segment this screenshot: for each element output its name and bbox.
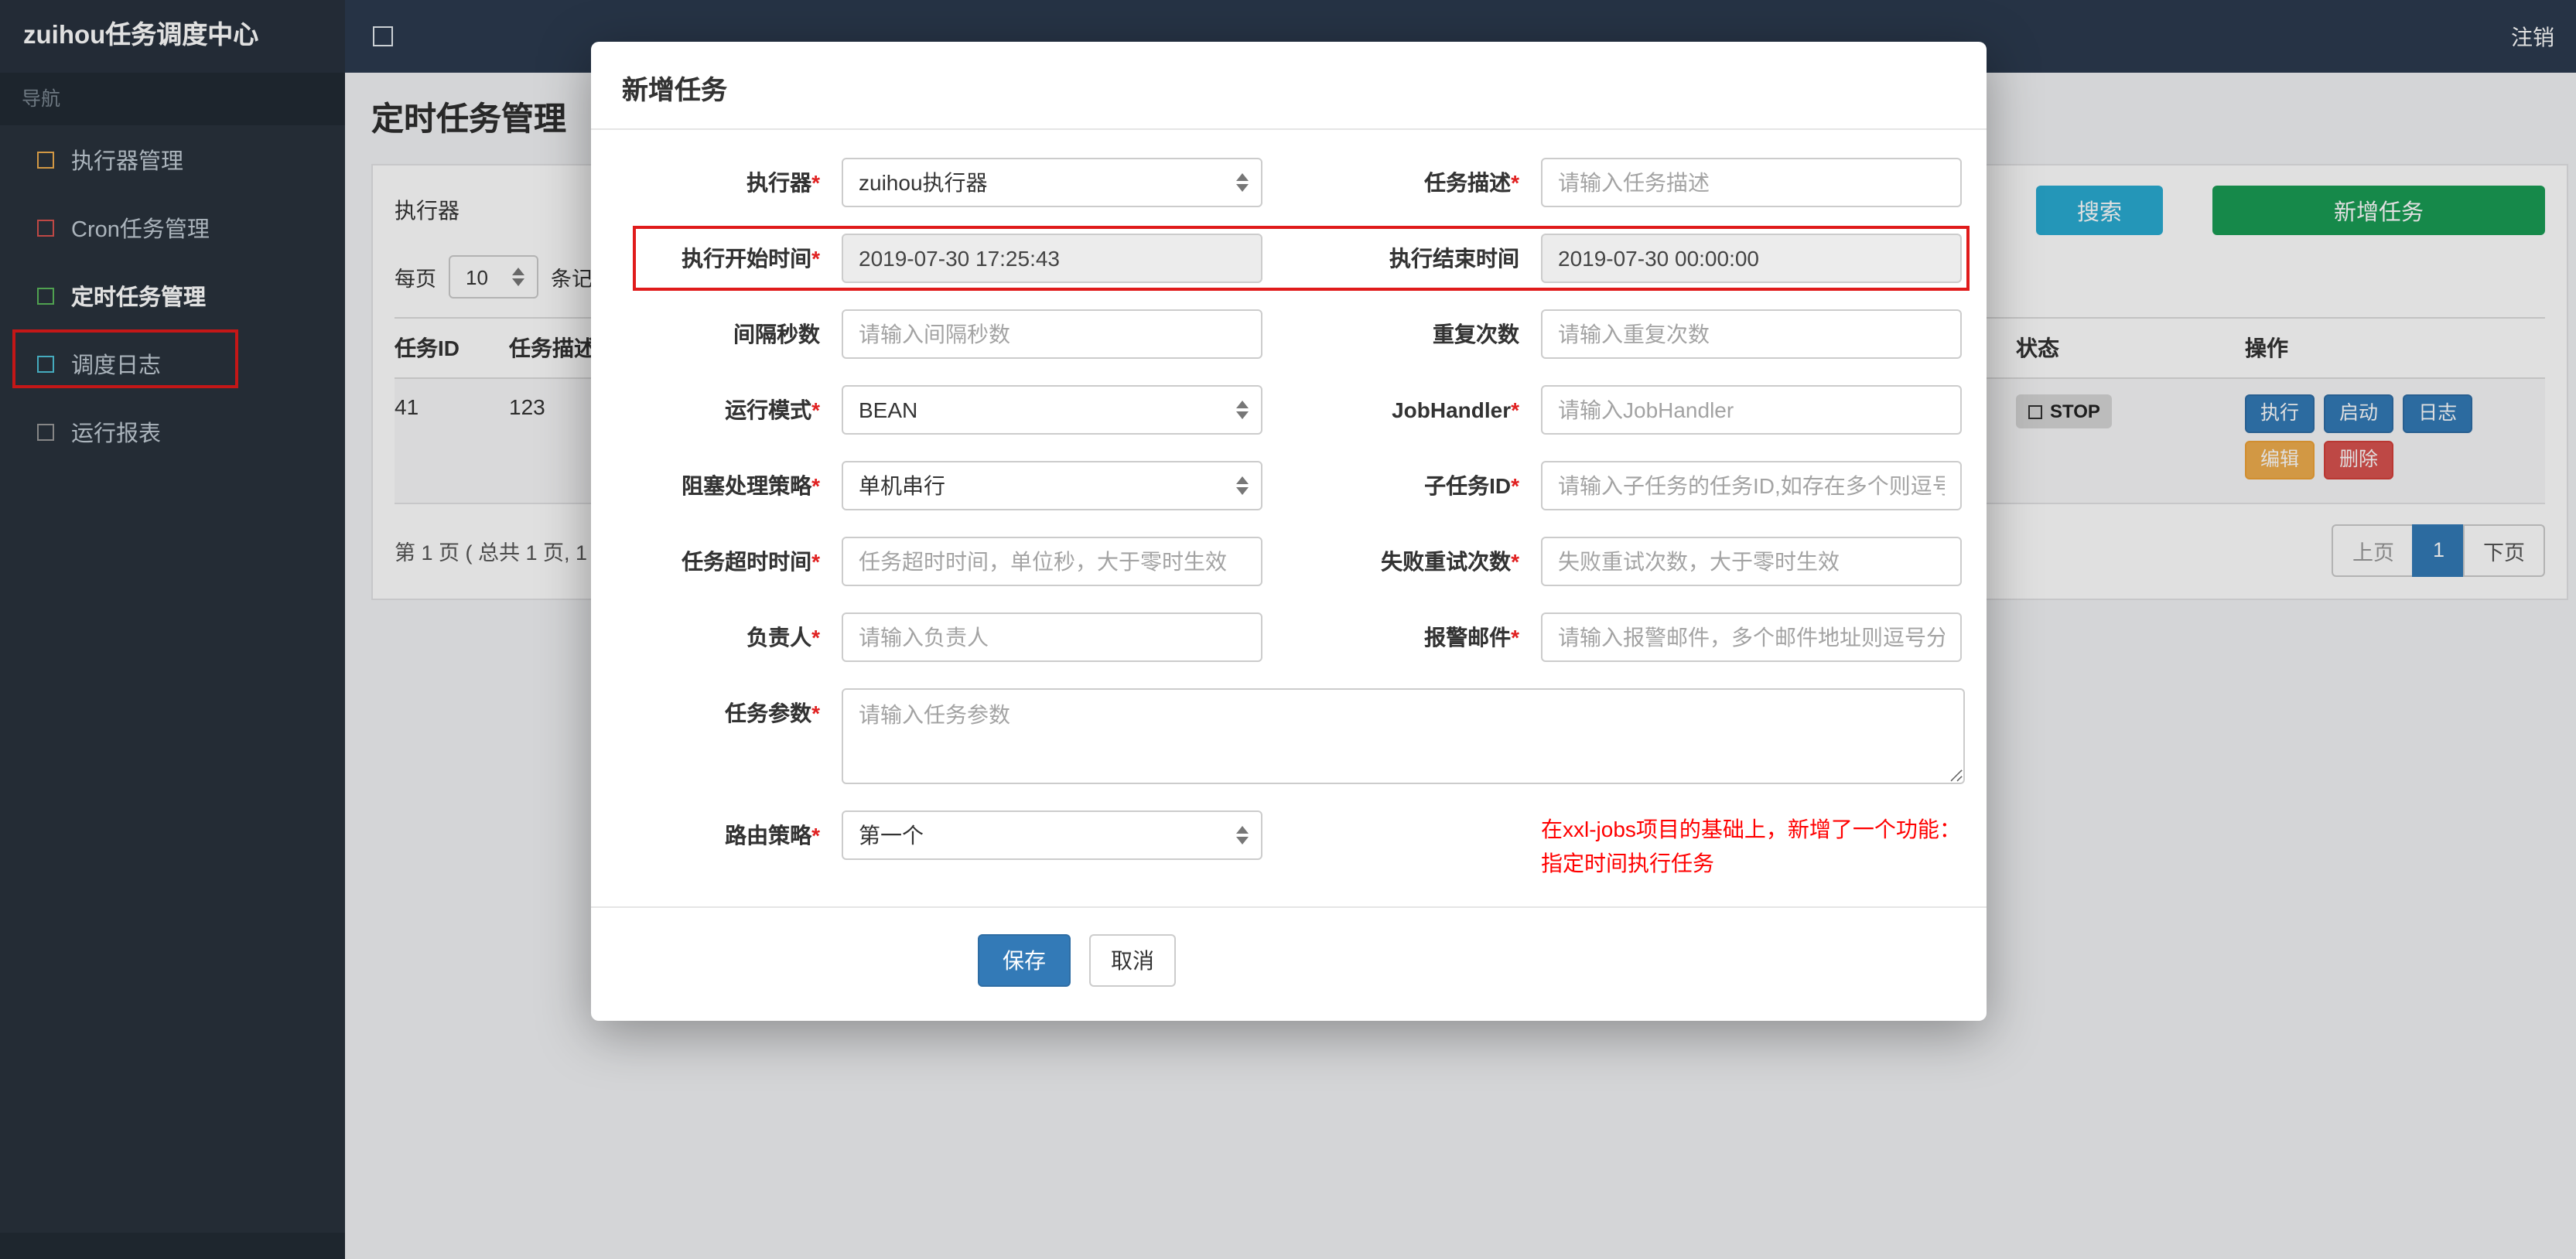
task-desc-input[interactable] bbox=[1541, 158, 1962, 207]
form-row-exec-time: 执行开始时间* 执行结束时间 bbox=[613, 226, 1970, 291]
form-row-timeout-retry: 任务超时时间* 失败重试次数* bbox=[613, 537, 1965, 586]
required-mark: * bbox=[811, 823, 820, 848]
modal-header: 新增任务 bbox=[591, 42, 1987, 130]
run-mode-label: 运行模式* bbox=[725, 397, 820, 422]
form-row-route: 路由策略* 第一个 在xxl-jobs项目的基础上，新增了一个功能： 指定时间执… bbox=[613, 810, 1965, 881]
required-mark: * bbox=[1511, 170, 1519, 195]
feature-note-line-1: 在xxl-jobs项目的基础上，新增了一个功能： bbox=[1541, 817, 1961, 841]
form-row-block-childjob: 阻塞处理策略* 单机串行 子任务ID* bbox=[613, 461, 1965, 510]
select-arrows-icon bbox=[1236, 401, 1249, 419]
retry-input[interactable] bbox=[1541, 537, 1962, 586]
owner-input[interactable] bbox=[842, 612, 1262, 662]
timeout-input[interactable] bbox=[842, 537, 1262, 586]
params-textarea[interactable] bbox=[842, 688, 1965, 784]
modal-body: 执行器* zuihou执行器 任务描述* 执行开始时间* bbox=[591, 130, 1987, 881]
required-mark: * bbox=[811, 246, 820, 271]
required-mark: * bbox=[1511, 397, 1519, 422]
required-mark: * bbox=[811, 625, 820, 650]
block-strategy-select-value: 单机串行 bbox=[859, 473, 945, 498]
select-arrows-icon bbox=[1236, 476, 1249, 495]
jobhandler-label: JobHandler* bbox=[1392, 397, 1519, 422]
interval-label: 间隔秒数 bbox=[733, 322, 820, 346]
route-strategy-label: 路由策略* bbox=[725, 823, 820, 848]
add-task-modal: 新增任务 执行器* zuihou执行器 任务描述* 执行开始时间* bbox=[591, 42, 1987, 1022]
end-time-label: 执行结束时间 bbox=[1389, 246, 1519, 271]
screenshot-root: zuihou任务调度中心 注销 导航 执行器管理 Cron任务管理 定时任务管理… bbox=[0, 0, 2576, 1259]
route-strategy-select-value: 第一个 bbox=[859, 823, 924, 848]
start-time-label: 执行开始时间* bbox=[682, 246, 820, 271]
alarm-email-label: 报警邮件* bbox=[1424, 625, 1519, 650]
end-time-input[interactable] bbox=[1541, 234, 1962, 283]
cancel-button[interactable]: 取消 bbox=[1089, 934, 1176, 988]
executor-select[interactable]: zuihou执行器 bbox=[842, 158, 1262, 207]
required-mark: * bbox=[811, 549, 820, 574]
params-label: 任务参数* bbox=[725, 701, 820, 725]
repeat-input[interactable] bbox=[1541, 309, 1962, 359]
run-mode-select-value: BEAN bbox=[859, 397, 918, 422]
block-strategy-label: 阻塞处理策略* bbox=[682, 473, 820, 498]
child-job-input[interactable] bbox=[1541, 461, 1962, 510]
form-row-interval-repeat: 间隔秒数 重复次数 bbox=[613, 309, 1965, 359]
form-row-executor-desc: 执行器* zuihou执行器 任务描述* bbox=[613, 158, 1965, 207]
alarm-email-input[interactable] bbox=[1541, 612, 1962, 662]
owner-label: 负责人* bbox=[746, 625, 820, 650]
block-strategy-select[interactable]: 单机串行 bbox=[842, 461, 1262, 510]
executor-select-value: zuihou执行器 bbox=[859, 170, 988, 195]
timeout-label: 任务超时时间* bbox=[682, 549, 820, 574]
executor-label: 执行器* bbox=[746, 170, 820, 195]
retry-label: 失败重试次数* bbox=[1381, 549, 1519, 574]
required-mark: * bbox=[1511, 549, 1519, 574]
route-strategy-select[interactable]: 第一个 bbox=[842, 810, 1262, 860]
start-time-input[interactable] bbox=[842, 234, 1262, 283]
modal-footer: 保存 取消 bbox=[591, 906, 1987, 1022]
required-mark: * bbox=[811, 170, 820, 195]
form-row-runmode-jobhandler: 运行模式* BEAN JobHandler* bbox=[613, 385, 1965, 435]
select-arrows-icon bbox=[1236, 173, 1249, 192]
required-mark: * bbox=[1511, 473, 1519, 498]
task-desc-label: 任务描述* bbox=[1424, 170, 1519, 195]
interval-input[interactable] bbox=[842, 309, 1262, 359]
feature-note-line-2: 指定时间执行任务 bbox=[1541, 850, 1714, 875]
app: zuihou任务调度中心 注销 导航 执行器管理 Cron任务管理 定时任务管理… bbox=[0, 0, 2576, 1259]
form-row-params: 任务参数* bbox=[613, 688, 1965, 784]
select-arrows-icon bbox=[1236, 826, 1249, 844]
jobhandler-input[interactable] bbox=[1541, 385, 1962, 435]
form-row-owner-email: 负责人* 报警邮件* bbox=[613, 612, 1965, 662]
required-mark: * bbox=[1511, 625, 1519, 650]
run-mode-select[interactable]: BEAN bbox=[842, 385, 1262, 435]
feature-note-text: 在xxl-jobs项目的基础上，新增了一个功能： 指定时间执行任务 bbox=[1541, 810, 1965, 881]
child-job-label: 子任务ID* bbox=[1424, 473, 1519, 498]
required-mark: * bbox=[811, 397, 820, 422]
repeat-label: 重复次数 bbox=[1433, 322, 1519, 346]
required-mark: * bbox=[811, 473, 820, 498]
required-mark: * bbox=[811, 701, 820, 725]
modal-title: 新增任务 bbox=[622, 76, 727, 105]
save-button[interactable]: 保存 bbox=[978, 934, 1071, 988]
